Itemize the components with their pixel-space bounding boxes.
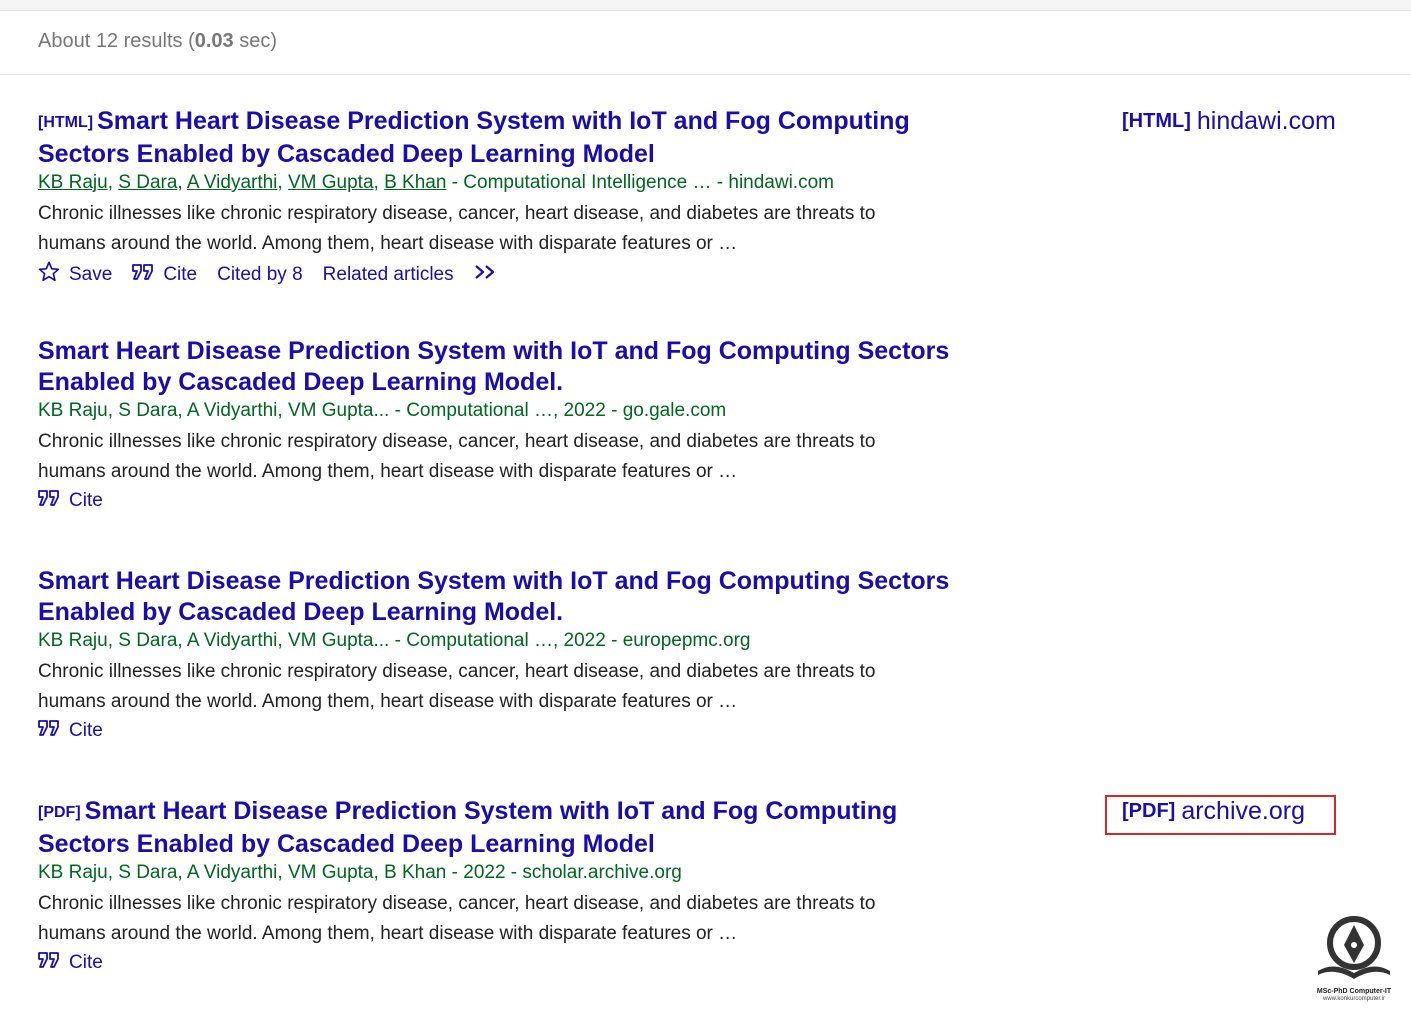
result-source: - Computational Intelligence … - hindawi… [446, 172, 834, 193]
result-meta: KB Raju, S Dara, A Vidyarthi, VM Gupta, … [38, 862, 682, 883]
highlight-box [1105, 795, 1336, 835]
quote-icon [38, 951, 60, 975]
pen-nib-logo-icon [1318, 916, 1390, 979]
author-link[interactable]: KB Raju [38, 172, 108, 193]
result-meta: KB Raju, S Dara, A Vidyarthi, VM Gupta..… [38, 630, 751, 651]
author-link[interactable]: VM Gupta [288, 172, 374, 193]
result-snippet: Chronic illnesses like chronic respirato… [38, 893, 876, 944]
top-bar [0, 0, 1411, 11]
fulltext-link-hindawi[interactable]: [HTML] hindawi.com [1122, 107, 1336, 136]
logo-text: MSc-PhD Computer-IT [1316, 988, 1392, 995]
format-tag: [HTML] [38, 114, 94, 131]
author-link[interactable]: B Khan [384, 172, 446, 193]
quote-icon [38, 719, 60, 743]
quote-icon [132, 263, 154, 287]
save-button[interactable]: Save [38, 261, 112, 289]
cited-by-link[interactable]: Cited by 8 [217, 263, 303, 287]
result-title[interactable]: [HTML] Smart Heart Disease Prediction Sys… [38, 106, 958, 169]
cite-button[interactable]: Cite [132, 263, 197, 287]
result-snippet: Chronic illnesses like chronic respirato… [38, 661, 876, 712]
result-snippet: Chronic illnesses like chronic respirato… [38, 431, 876, 482]
result-meta: KB Raju, S Dara, A Vidyarthi, VM Gupta..… [38, 400, 727, 421]
quote-icon [38, 489, 60, 513]
cite-button[interactable]: Cite [38, 719, 103, 743]
search-result: Smart Heart Disease Prediction System wi… [38, 566, 958, 743]
results-stats: About 12 results (0.03 sec) [38, 30, 278, 52]
more-button[interactable] [474, 263, 507, 287]
result-meta: KB Raju, S Dara, A Vidyarthi, VM Gupta, … [38, 172, 834, 193]
double-chevron-icon [474, 263, 498, 287]
author-link[interactable]: S Dara [118, 172, 177, 193]
result-title[interactable]: [PDF] Smart Heart Disease Prediction Syst… [38, 796, 958, 859]
result-actions: Cite [38, 489, 958, 513]
author-link[interactable]: A Vidyarthi [187, 172, 277, 193]
star-icon [38, 261, 60, 289]
cite-button[interactable]: Cite [38, 489, 103, 513]
search-result: Smart Heart Disease Prediction System wi… [38, 336, 958, 513]
related-articles-link[interactable]: Related articles [323, 263, 454, 287]
result-actions: Save Cite Cited by 8 Related articles [38, 261, 958, 289]
result-title[interactable]: Smart Heart Disease Prediction System wi… [38, 336, 958, 397]
search-result: [PDF] Smart Heart Disease Prediction Syst… [38, 796, 958, 975]
divider [0, 74, 1411, 75]
cite-button[interactable]: Cite [38, 951, 103, 975]
result-title[interactable]: Smart Heart Disease Prediction System wi… [38, 566, 958, 627]
logo-url: www.konkurcomputer.ir [1322, 996, 1386, 1002]
format-tag: [PDF] [38, 804, 81, 821]
result-snippet: Chronic illnesses like chronic respirato… [38, 203, 876, 254]
result-actions: Cite [38, 951, 958, 975]
result-actions: Cite [38, 719, 958, 743]
search-result: [HTML] Smart Heart Disease Prediction Sys… [38, 106, 958, 289]
format-tag: [HTML] [1122, 110, 1191, 132]
watermark-logo: MSc-PhD Computer-IT www.konkurcomputer.i… [1312, 915, 1396, 1007]
